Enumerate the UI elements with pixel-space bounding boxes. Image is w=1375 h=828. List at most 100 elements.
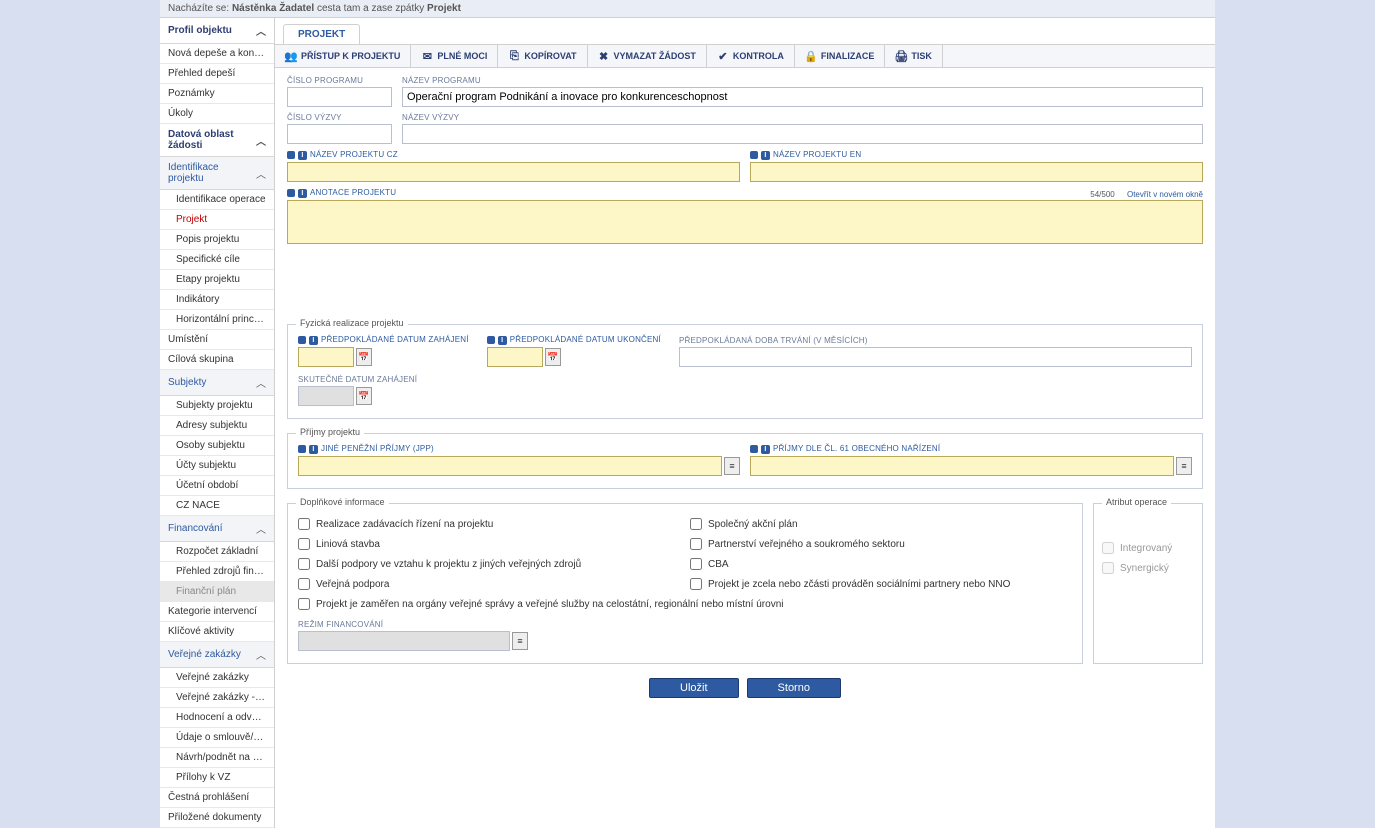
textarea-anotace[interactable] (287, 200, 1203, 244)
sidebar-item-ukoly[interactable]: Úkoly (160, 104, 274, 124)
sidebar-item-vz-etapy[interactable]: Veřejné zakázky - etapy (160, 688, 274, 708)
chevron-up-icon: ︿ (256, 166, 266, 181)
save-button[interactable]: Uložit (649, 678, 739, 698)
tab-projekt[interactable]: PROJEKT (283, 24, 360, 44)
toolbar-finalizace[interactable]: 🔒FINALIZACE (795, 45, 886, 67)
input-nazev-projektu-cz[interactable] (287, 162, 740, 182)
checkbox-liniova[interactable] (298, 538, 310, 550)
section-label: Financování (168, 523, 222, 534)
envelope-icon: ✉ (421, 50, 433, 62)
input-datum-zahajeni[interactable] (298, 347, 354, 367)
checkbox-organy[interactable] (298, 598, 310, 610)
sidebar-item-cestna[interactable]: Čestná prohlášení (160, 788, 274, 808)
checkbox-nno[interactable] (690, 578, 702, 590)
breadcrumb-label: Nacházíte se: (168, 3, 229, 14)
sidebar-item-etapy[interactable]: Etapy projektu (160, 270, 274, 290)
toolbar-label: PŘÍSTUP K PROJEKTU (301, 51, 400, 61)
input-cislo-vyzvy[interactable] (287, 124, 392, 144)
input-nazev-programu[interactable] (402, 87, 1203, 107)
cb-label: Synergický (1120, 563, 1169, 574)
sidebar-item-popis[interactable]: Popis projektu (160, 230, 274, 250)
cancel-button[interactable]: Storno (747, 678, 841, 698)
sidebar-item-ucetni-obdobi[interactable]: Účetní období (160, 476, 274, 496)
checkbox-partnerstvi[interactable] (690, 538, 702, 550)
sidebar-item-specificke-cile[interactable]: Specifické cíle (160, 250, 274, 270)
sidebar-item-vz[interactable]: Veřejné zakázky (160, 668, 274, 688)
sidebar-section-profil[interactable]: Profil objektu ︿ (160, 18, 274, 44)
sidebar-item-navrh-uohs[interactable]: Návrh/podnět na ÚOHS (160, 748, 274, 768)
sidebar-item-klicove-aktivity[interactable]: Klíčové aktivity (160, 622, 274, 642)
sidebar-item-poznamky[interactable]: Poznámky (160, 84, 274, 104)
sidebar-section-financovani[interactable]: Financování ︿ (160, 516, 274, 542)
breadcrumb-item[interactable]: cesta tam a zase zpátky (317, 3, 424, 14)
breadcrumb-item[interactable]: Žadatel (279, 3, 314, 14)
sidebar-item-prehled-depesi[interactable]: Přehled depeší (160, 64, 274, 84)
checkbox-dalsi-podpory[interactable] (298, 558, 310, 570)
input-skutecne-zahajeni[interactable] (298, 386, 354, 406)
sidebar-item-kategorie[interactable]: Kategorie intervencí (160, 602, 274, 622)
toolbar-kopirovat[interactable]: ⎘KOPÍROVAT (498, 45, 587, 67)
toolbar-pristup[interactable]: 👥PŘÍSTUP K PROJEKTU (275, 45, 411, 67)
input-datum-ukonceni[interactable] (487, 347, 543, 367)
cb-label: Další podpory ve vztahu k projektu z jin… (316, 559, 581, 570)
label-nazev-vyzvy: NÁZEV VÝZVY (402, 113, 1203, 122)
toolbar-vymazat[interactable]: ✖VYMAZAT ŽÁDOST (588, 45, 707, 67)
breadcrumb-item[interactable]: Nástěnka (232, 3, 276, 14)
sidebar-item-projekt[interactable]: Projekt (160, 210, 274, 230)
sidebar-item-horizontalni[interactable]: Horizontální principy (160, 310, 274, 330)
sidebar-item-hodnoceni[interactable]: Hodnocení a odvolání (160, 708, 274, 728)
breadcrumb-item[interactable]: Projekt (427, 3, 461, 14)
sidebar-item-cznace[interactable]: CZ NACE (160, 496, 274, 516)
delete-icon: ✖ (598, 50, 610, 62)
sidebar-section-subjekty[interactable]: Subjekty ︿ (160, 370, 274, 396)
sidebar-section-verejne-zakazky[interactable]: Veřejné zakázky ︿ (160, 642, 274, 668)
input-rezim-financovani[interactable] (298, 631, 510, 651)
toolbar-plne-moci[interactable]: ✉PLNÉ MOCI (411, 45, 498, 67)
sidebar-item-ucty[interactable]: Účty subjektu (160, 456, 274, 476)
sidebar-item-indikatory[interactable]: Indikátory (160, 290, 274, 310)
anotace-open-link[interactable]: Otevřít v novém okně (1127, 190, 1203, 199)
list-icon[interactable]: ≡ (1176, 457, 1192, 475)
sidebar-section-identifikace[interactable]: Identifikace projektu ︿ (160, 157, 274, 190)
cb-label: Partnerství veřejného a soukromého sekto… (708, 539, 905, 550)
checkbox-verejna-podpora[interactable] (298, 578, 310, 590)
cb-label: Projekt je zcela nebo zčásti prováděn so… (708, 579, 1010, 590)
list-icon[interactable]: ≡ (724, 457, 740, 475)
calendar-icon[interactable]: 📅 (356, 387, 372, 405)
sidebar-item-prilohy-vz[interactable]: Přílohy k VZ (160, 768, 274, 788)
toolbar-tisk[interactable]: 🖨TISK (885, 45, 943, 67)
sidebar-item-prehled-zdroju[interactable]: Přehled zdrojů financování (160, 562, 274, 582)
input-doba-trvani[interactable] (679, 347, 1192, 367)
calendar-icon[interactable]: 📅 (356, 348, 372, 366)
checkbox-cba[interactable] (690, 558, 702, 570)
sidebar-item-prilozene[interactable]: Přiložené dokumenty (160, 808, 274, 828)
input-jpp[interactable] (298, 456, 722, 476)
copy-icon: ⎘ (508, 50, 520, 62)
sidebar-item-umisteni[interactable]: Umístění (160, 330, 274, 350)
label-cislo-programu: ČÍSLO PROGRAMU (287, 76, 392, 85)
input-prijmy-61[interactable] (750, 456, 1174, 476)
label-datum-ukonceni: iPŘEDPOKLÁDANÉ DATUM UKONČENÍ (487, 335, 661, 345)
sidebar-item-subjekty-projektu[interactable]: Subjekty projektu (160, 396, 274, 416)
checkbox-realizace[interactable] (298, 518, 310, 530)
cb-label: CBA (708, 559, 729, 570)
sidebar-item-cilova-skupina[interactable]: Cílová skupina (160, 350, 274, 370)
sidebar-item-rozpocet[interactable]: Rozpočet základní (160, 542, 274, 562)
sidebar-item-adresy[interactable]: Adresy subjektu (160, 416, 274, 436)
sidebar-item-financni-plan[interactable]: Finanční plán (160, 582, 274, 602)
sidebar-item-udaje-smlouva[interactable]: Údaje o smlouvě/dodatku (160, 728, 274, 748)
checkbox-spolecny-plan[interactable] (690, 518, 702, 530)
list-icon[interactable]: ≡ (512, 632, 528, 650)
input-cislo-programu[interactable] (287, 87, 392, 107)
toolbar-kontrola[interactable]: ✔KONTROLA (707, 45, 795, 67)
cb-label: Integrovaný (1120, 543, 1172, 554)
fieldset-prijmy: Příjmy projektu iJINÉ PENĚŽNÍ PŘÍJMY (JP… (287, 433, 1203, 489)
sidebar-item-osoby[interactable]: Osoby subjektu (160, 436, 274, 456)
sidebar-section-datova-oblast[interactable]: Datová oblast žádosti ︿ (160, 124, 274, 157)
input-nazev-vyzvy[interactable] (402, 124, 1203, 144)
sidebar-item-nova-depese[interactable]: Nová depeše a koncepty (160, 44, 274, 64)
calendar-icon[interactable]: 📅 (545, 348, 561, 366)
input-nazev-projektu-en[interactable] (750, 162, 1203, 182)
sidebar-item-identifikace-operace[interactable]: Identifikace operace (160, 190, 274, 210)
sidebar: Profil objektu ︿ Nová depeše a koncepty … (160, 18, 275, 828)
